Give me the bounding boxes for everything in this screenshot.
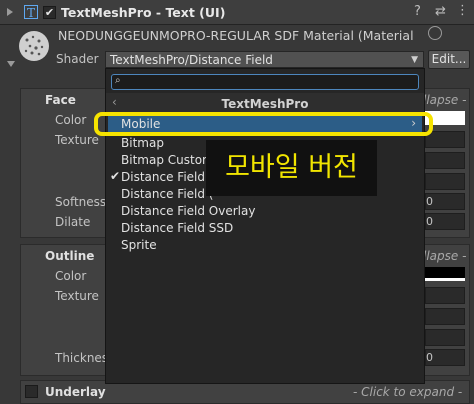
search-input[interactable]	[128, 75, 408, 88]
shader-dropdown[interactable]: TextMeshPro/Distance Field ▼	[105, 51, 424, 68]
outline-thickness-label: Thicknes	[55, 351, 109, 365]
softness-value: 0	[426, 195, 433, 208]
material-preview-icon	[19, 31, 49, 61]
checkmark-icon: ✔	[110, 169, 121, 183]
face-title: Face	[45, 93, 76, 107]
menu-item-distance-field-ssd[interactable]: Distance Field SSD	[121, 221, 233, 235]
thickness-value: 0	[426, 351, 433, 364]
face-dilate-field[interactable]: 0	[425, 213, 465, 230]
face-tiling-field[interactable]	[425, 152, 465, 169]
underlay-title: Underlay	[45, 385, 106, 399]
outline-collapse[interactable]: llapse -	[423, 249, 466, 263]
annotation-label: 모바일 버전	[206, 140, 377, 196]
dilate-value: 0	[426, 215, 433, 228]
edit-button[interactable]: Edit...	[428, 50, 470, 69]
face-texture-label: Texture	[55, 133, 99, 147]
underlay-expand[interactable]: - Click to expand -	[353, 385, 462, 399]
help-icon[interactable]: ?	[414, 4, 421, 19]
outline-offset-field[interactable]	[425, 329, 465, 346]
menu-item-bitmap-custom[interactable]: Bitmap Custom	[121, 153, 214, 167]
shader-label: Shader	[56, 52, 99, 66]
menu-item-distance-field-partial[interactable]: Distance Field (	[121, 187, 213, 201]
outline-tiling-field[interactable]	[425, 308, 465, 325]
menu-item-distance-field[interactable]: Distance Field	[121, 170, 205, 184]
more-icon[interactable]: ⋮	[456, 3, 469, 18]
material-name: NEODUNGGEUNMOPRO-REGULAR SDF Material (M…	[58, 28, 414, 43]
shader-value: TextMeshPro/Distance Field	[110, 53, 273, 67]
sliders-icon[interactable]: ⇄	[435, 4, 446, 19]
enabled-checkbox[interactable]: ✔	[43, 6, 56, 19]
outline-texture-field[interactable]	[425, 287, 465, 304]
face-collapse[interactable]: llapse -	[423, 93, 466, 107]
face-softness-label: Softness	[55, 195, 107, 209]
face-softness-field[interactable]: 0	[425, 193, 465, 210]
face-dilate-label: Dilate	[55, 215, 91, 229]
textmeshpro-icon: T	[24, 5, 38, 20]
foldout-arrow-icon[interactable]	[7, 8, 13, 16]
menu-search[interactable]: ⌕	[111, 74, 419, 90]
outline-texture-label: Texture	[55, 289, 99, 303]
outline-thickness-field[interactable]: 0	[425, 349, 465, 366]
material-foldout-icon[interactable]	[7, 61, 15, 67]
face-offset-field[interactable]	[425, 173, 465, 190]
search-icon: ⌕	[115, 75, 121, 86]
menu-item-distance-field-overlay[interactable]: Distance Field Overlay	[121, 204, 255, 218]
outline-color-label: Color	[55, 269, 87, 283]
face-color-label: Color	[55, 113, 87, 127]
underlay-checkbox[interactable]	[25, 385, 38, 398]
menu-item-bitmap[interactable]: Bitmap	[121, 136, 164, 150]
highlight-box	[94, 112, 433, 136]
face-texture-field[interactable]	[425, 131, 465, 148]
dropdown-arrow-icon: ▼	[411, 55, 418, 65]
menu-category-title: TextMeshPro	[221, 97, 309, 111]
outline-title: Outline	[45, 249, 95, 263]
outline-color-swatch[interactable]	[425, 267, 465, 281]
component-title: TextMeshPro - Text (UI)	[61, 5, 226, 20]
object-picker-icon[interactable]	[428, 26, 442, 40]
menu-item-sprite[interactable]: Sprite	[121, 238, 157, 252]
